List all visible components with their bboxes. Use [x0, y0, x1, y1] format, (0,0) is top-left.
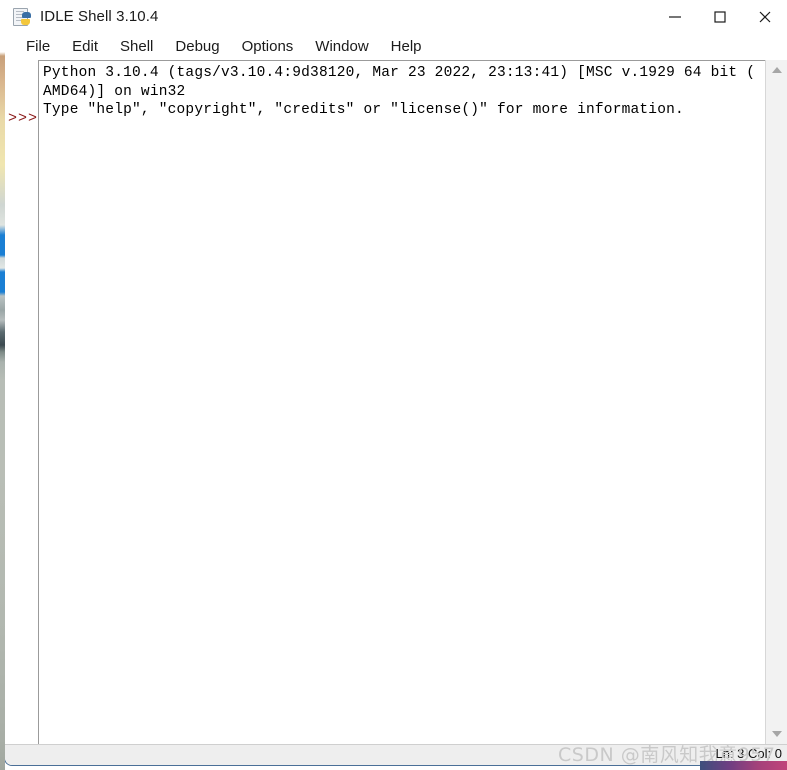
minimize-button[interactable] — [652, 0, 697, 33]
scroll-up-button[interactable] — [766, 60, 787, 80]
python-logo-blue — [22, 11, 31, 18]
title-bar[interactable]: IDLE Shell 3.10.4 — [5, 0, 787, 33]
window-controls — [652, 0, 787, 33]
scroll-up-icon — [772, 67, 782, 73]
desktop-background-strip — [0, 0, 5, 770]
menu-item-debug[interactable]: Debug — [164, 36, 230, 58]
menu-item-edit[interactable]: Edit — [61, 36, 109, 58]
prompt-gutter: >>> — [5, 60, 38, 744]
close-icon — [759, 11, 770, 22]
shell-output-text: Python 3.10.4 (tags/v3.10.4:9d38120, Mar… — [43, 65, 756, 118]
minimize-icon — [668, 15, 681, 18]
taskbar-sliver — [700, 761, 787, 770]
menu-bar: File Edit Shell Debug Options Window Hel… — [5, 33, 787, 60]
python-logo-yellow — [21, 18, 30, 25]
maximize-button[interactable] — [697, 0, 742, 33]
scroll-down-icon — [772, 731, 782, 737]
idle-shell-window: IDLE Shell 3.10.4 File Edit Shell Debug … — [4, 0, 787, 766]
menu-item-help[interactable]: Help — [380, 36, 433, 58]
maximize-icon — [713, 10, 726, 23]
cursor-position-status: Ln: 3 Col: 0 — [715, 746, 783, 761]
prompt-marker: >>> — [8, 110, 39, 127]
scroll-down-button[interactable] — [766, 724, 787, 744]
status-bar: Ln: 3 Col: 0 — [5, 744, 787, 765]
shell-body: >>> Python 3.10.4 (tags/v3.10.4:9d38120,… — [5, 60, 787, 744]
python-file-icon — [13, 7, 31, 26]
vertical-scrollbar[interactable] — [765, 60, 787, 744]
shell-text-area[interactable]: Python 3.10.4 (tags/v3.10.4:9d38120, Mar… — [38, 60, 765, 744]
menu-item-options[interactable]: Options — [231, 36, 305, 58]
menu-item-window[interactable]: Window — [304, 36, 379, 58]
menu-item-shell[interactable]: Shell — [109, 36, 164, 58]
window-title: IDLE Shell 3.10.4 — [40, 8, 159, 25]
menu-item-file[interactable]: File — [15, 36, 61, 58]
close-button[interactable] — [742, 0, 787, 33]
